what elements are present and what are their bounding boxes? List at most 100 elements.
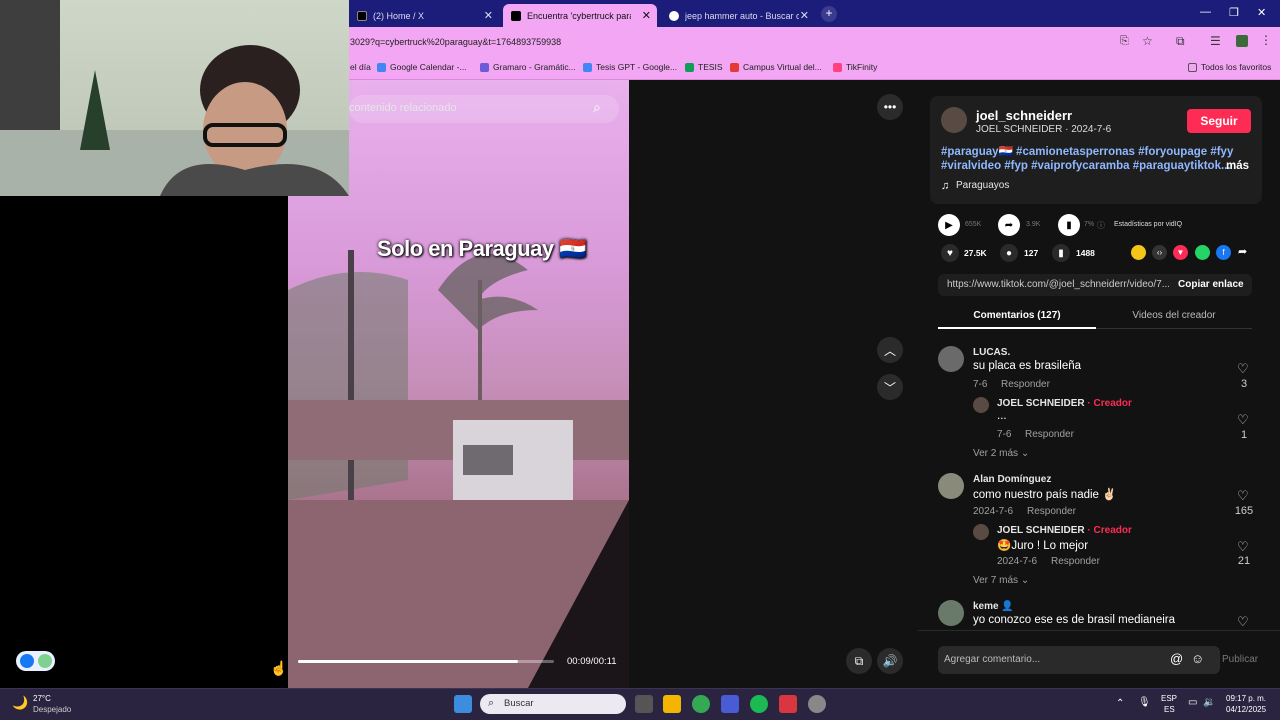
heart-icon[interactable]: ♡ bbox=[1237, 412, 1249, 428]
media-icon[interactable]: ☰ bbox=[1210, 34, 1221, 48]
prev-video-button[interactable]: ︿ bbox=[877, 337, 903, 363]
clock-time[interactable]: 09:17 p. m. bbox=[1226, 694, 1266, 703]
avatar[interactable] bbox=[938, 473, 964, 499]
app-icon[interactable] bbox=[808, 695, 826, 713]
send-icon[interactable]: ▼ bbox=[1173, 245, 1188, 260]
mention-icon[interactable]: @ bbox=[1170, 651, 1183, 666]
sound-name[interactable]: Paraguayos bbox=[956, 180, 1009, 191]
url-text[interactable]: 3029?q=cybertruck%20paraguay&t=176489375… bbox=[350, 37, 561, 47]
cast-icon[interactable]: ⎘ bbox=[1120, 35, 1129, 48]
coin-share-icon[interactable] bbox=[1131, 245, 1146, 260]
clock-date[interactable]: 04/12/2025 bbox=[1226, 705, 1266, 714]
username[interactable]: joel_schneiderr bbox=[976, 108, 1072, 123]
close-tab-icon[interactable]: ✕ bbox=[800, 9, 809, 22]
tab-home-x[interactable]: (2) Home / X ✕ bbox=[349, 4, 499, 27]
tab-tiktok-search[interactable]: Encuentra 'cybertruck para ✕ bbox=[503, 4, 657, 27]
star-icon[interactable]: ☆ bbox=[1142, 34, 1153, 48]
embed-icon[interactable]: ‹› bbox=[1152, 245, 1167, 260]
more-options-button[interactable]: ••• bbox=[877, 94, 903, 120]
comment-author[interactable]: Alan Domínguez bbox=[973, 474, 1051, 485]
bookmark-item[interactable]: Campus Virtual del... bbox=[730, 62, 822, 72]
publish-button[interactable]: Publicar bbox=[1222, 654, 1258, 665]
spotify-icon[interactable] bbox=[750, 695, 768, 713]
avatar[interactable] bbox=[973, 397, 989, 413]
share-stat-button[interactable]: ➦ bbox=[998, 214, 1020, 236]
avatar[interactable] bbox=[973, 524, 989, 540]
language-primary[interactable]: ESP bbox=[1161, 694, 1177, 703]
emoji-icon[interactable]: ☺ bbox=[1191, 651, 1204, 666]
language-secondary[interactable]: ES bbox=[1164, 705, 1175, 714]
volume-icon[interactable]: 🔉 bbox=[1203, 697, 1215, 708]
bookmark-item[interactable]: Google Calendar -... bbox=[377, 62, 467, 72]
menu-kebab-icon[interactable]: ⋮ bbox=[1260, 33, 1272, 47]
progress-track[interactable] bbox=[298, 660, 554, 663]
profile-icon[interactable] bbox=[1236, 35, 1248, 47]
reply-author[interactable]: JOEL SCHNEIDER · Creador bbox=[997, 398, 1132, 409]
reply-button[interactable]: Responder bbox=[1001, 379, 1050, 390]
view-more-replies[interactable]: Ver 2 más ⌄ bbox=[973, 448, 1029, 459]
reply-button[interactable]: Responder bbox=[1051, 556, 1100, 567]
share-more-icon[interactable]: ➦ bbox=[1238, 245, 1247, 258]
file-explorer-icon[interactable] bbox=[663, 695, 681, 713]
heart-icon[interactable]: ♡ bbox=[1237, 539, 1249, 555]
reply-button[interactable]: Responder bbox=[1027, 506, 1076, 517]
comment-author[interactable]: keme 👤 bbox=[973, 601, 1014, 612]
extensions-icon[interactable]: ⧉ bbox=[1176, 34, 1185, 49]
search-icon[interactable]: ⌕ bbox=[593, 99, 601, 116]
heart-icon[interactable]: ♡ bbox=[1237, 614, 1249, 630]
hashtags[interactable]: #paraguay🇵🇾 #camionetasperronas #foryoup… bbox=[941, 145, 1241, 173]
bookmark-item[interactable]: TESIS bbox=[685, 62, 723, 72]
app-icon[interactable] bbox=[721, 695, 739, 713]
next-video-button[interactable]: ﹀ bbox=[877, 374, 903, 400]
all-bookmarks[interactable]: Todos los favoritos bbox=[1188, 62, 1271, 72]
heart-icon[interactable]: ♡ bbox=[1237, 361, 1249, 377]
shares-count: 3.9K bbox=[1026, 221, 1041, 228]
reply-button[interactable]: Responder bbox=[1025, 429, 1074, 440]
tab-creator-videos[interactable]: Videos del creador bbox=[1096, 310, 1252, 321]
microphone-icon[interactable]: 🎙 bbox=[1138, 697, 1151, 708]
weather-temp[interactable]: 27°C bbox=[33, 694, 51, 703]
heart-icon[interactable]: ♡ bbox=[1237, 488, 1249, 504]
avatar[interactable] bbox=[938, 346, 964, 372]
maximize-icon[interactable]: ❐ bbox=[1229, 6, 1239, 19]
view-more-replies[interactable]: Ver 7 más ⌄ bbox=[973, 575, 1029, 586]
app-icon[interactable] bbox=[779, 695, 797, 713]
chevron-up-icon[interactable]: ⌃ bbox=[1116, 698, 1124, 709]
network-icon[interactable]: ▭ bbox=[1188, 697, 1197, 708]
avatar[interactable] bbox=[938, 600, 964, 626]
whatsapp-icon[interactable] bbox=[1195, 245, 1210, 260]
volume-button[interactable]: 🔊 bbox=[877, 648, 903, 674]
extension-widget[interactable] bbox=[16, 651, 55, 671]
new-tab-button[interactable]: + bbox=[821, 6, 837, 22]
facebook-icon[interactable]: f bbox=[1216, 245, 1231, 260]
play-stat-button[interactable]: ▶ bbox=[938, 214, 960, 236]
like-button[interactable]: ♥ bbox=[941, 244, 959, 262]
taskbar-search[interactable] bbox=[480, 694, 626, 714]
post-link[interactable]: https://www.tiktok.com/@joel_schneiderr/… bbox=[947, 279, 1169, 290]
avatar[interactable] bbox=[941, 107, 967, 133]
info-icon[interactable]: ⓘ bbox=[1097, 220, 1105, 231]
chrome-icon[interactable] bbox=[692, 695, 710, 713]
comment-button[interactable]: ● bbox=[1000, 244, 1018, 262]
close-window-icon[interactable]: ✕ bbox=[1257, 6, 1266, 19]
bookmark-item[interactable]: Gramaro - Gramátic... bbox=[480, 62, 576, 72]
close-tab-icon[interactable]: ✕ bbox=[642, 9, 651, 22]
save-button[interactable]: ▮ bbox=[1052, 244, 1070, 262]
weather-desc[interactable]: Despejado bbox=[33, 705, 71, 714]
close-tab-icon[interactable]: ✕ bbox=[484, 9, 493, 22]
stats-button[interactable]: ▮ bbox=[1058, 214, 1080, 236]
tab-comments[interactable]: Comentarios (127) bbox=[938, 310, 1096, 321]
task-view-icon[interactable] bbox=[635, 695, 653, 713]
more-button[interactable]: más bbox=[1226, 160, 1249, 172]
bookmark-item[interactable]: Tesis GPT - Google... bbox=[583, 62, 677, 72]
copy-link-button[interactable]: Copiar enlace bbox=[1178, 279, 1244, 290]
reply-author[interactable]: JOEL SCHNEIDER · Creador bbox=[997, 525, 1132, 536]
windows-start-icon[interactable] bbox=[454, 695, 472, 713]
minimize-icon[interactable]: — bbox=[1200, 6, 1211, 18]
bookmark-item[interactable]: el día bbox=[350, 62, 371, 72]
miniplayer-button[interactable]: ⧉ bbox=[846, 648, 872, 674]
follow-button[interactable]: Seguir bbox=[1187, 109, 1251, 133]
tab-jeep-search[interactable]: jeep hammer auto - Buscar co ✕ bbox=[661, 4, 815, 27]
comment-author[interactable]: LUCAS. bbox=[973, 347, 1010, 358]
bookmark-item[interactable]: TikFinity bbox=[833, 62, 877, 72]
